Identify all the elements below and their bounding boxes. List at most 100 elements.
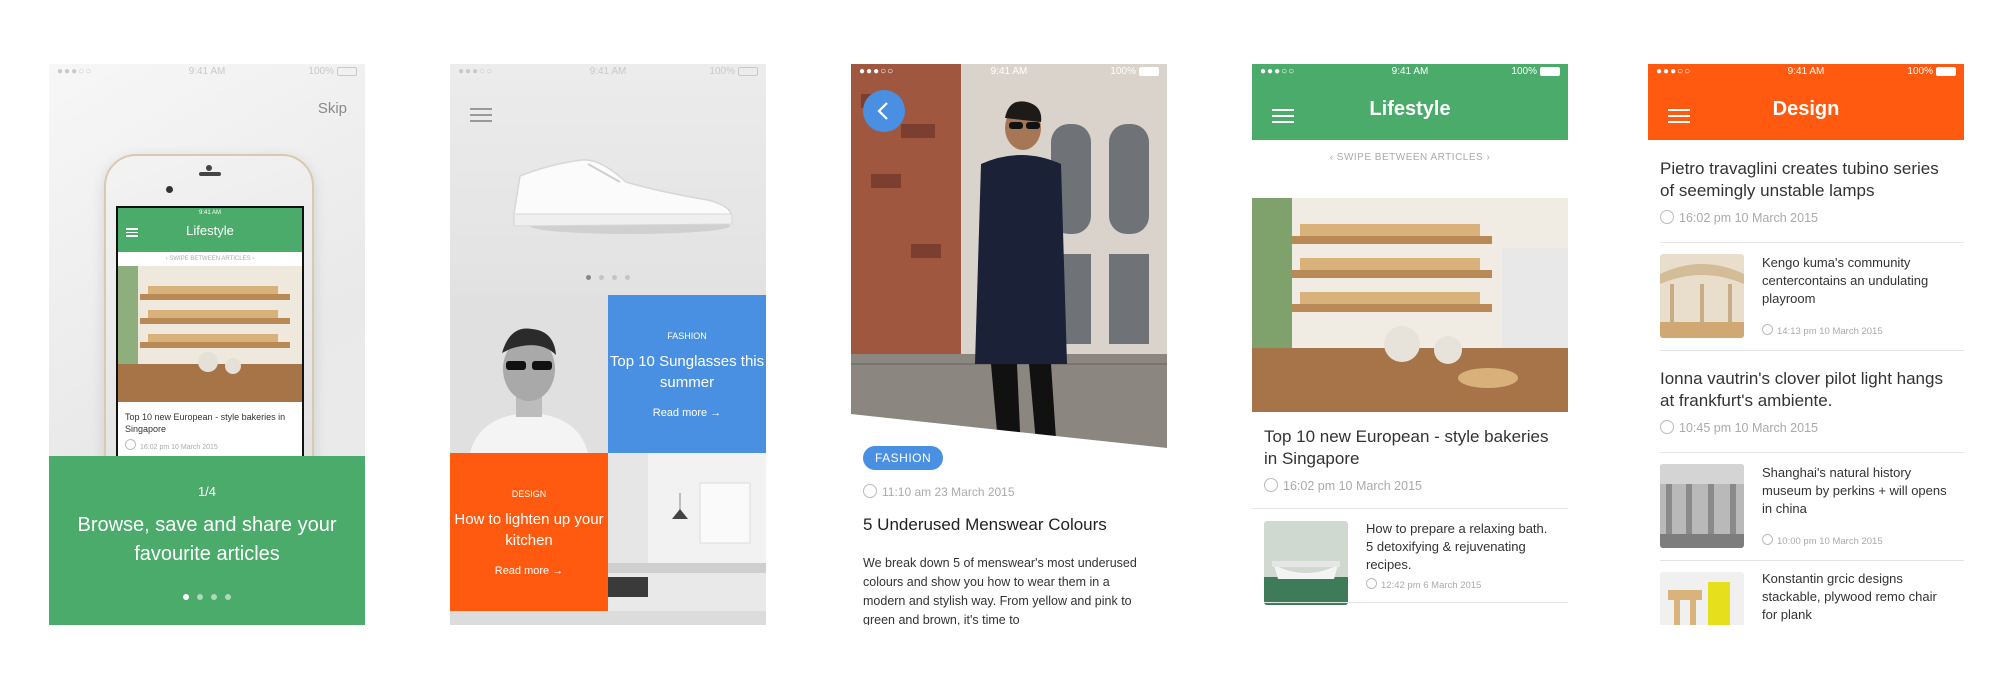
signal-indicator: ●●●○○	[859, 66, 895, 77]
divider	[1660, 350, 1964, 351]
page-dot[interactable]	[599, 275, 604, 280]
divider	[1264, 602, 1568, 603]
tile-category: DESIGN	[511, 489, 547, 499]
phone-app-title: Lifestyle	[186, 223, 234, 238]
list-item-title[interactable]: Shanghai's natural history museum by per…	[1762, 464, 1952, 518]
bakery-image[interactable]	[1252, 178, 1568, 412]
playroom-photo	[1660, 254, 1744, 338]
design-screen: ●●●○○ 9:41 AM 100% Design Pietro travagl…	[1648, 64, 1964, 625]
bath-photo	[1264, 521, 1348, 605]
list-item-date: 14:13 pm 10 March 2015	[1762, 324, 1883, 337]
page-dot[interactable]	[612, 275, 617, 280]
article-title[interactable]: Pietro travaglini creates tubino series …	[1660, 158, 1950, 202]
status-bar: ●●●○○ 9:41 AM 100%	[851, 64, 1167, 80]
chevron-left-icon	[877, 102, 888, 120]
design-tile[interactable]: DESIGN How to lighten up your kitchen Re…	[450, 453, 608, 611]
article-title[interactable]: Top 10 new European - style bakeries in …	[1264, 426, 1554, 470]
tile-category: FASHION	[667, 331, 707, 341]
status-bar: ●●●○○ 9:41 AM 100%	[49, 64, 365, 80]
page-dot[interactable]	[625, 275, 630, 280]
clock-icon	[1762, 324, 1773, 335]
battery-indicator: 100%	[1511, 64, 1560, 80]
carousel-dots[interactable]	[450, 267, 766, 285]
divider	[1660, 242, 1964, 243]
article-date: 16:02 pm 10 March 2015	[1264, 478, 1422, 493]
list-item-title[interactable]: Konstantin grcic designs stackable, plyw…	[1762, 570, 1952, 624]
page-title: Lifestyle	[1369, 98, 1451, 120]
article-headline: 5 Underused Menswear Colours	[863, 515, 1107, 534]
next-row-peek	[450, 611, 766, 625]
read-more-link[interactable]: Read more →	[450, 565, 608, 577]
tile-title: How to lighten up your kitchen	[454, 511, 604, 549]
phone-app-bar: 9:41 AM Lifestyle	[118, 208, 302, 252]
article-time: 11:10 am 23 March 2015	[863, 484, 1015, 499]
category-badge[interactable]: FASHION	[863, 446, 944, 470]
article-title[interactable]: Ionna vautrin's clover pilot light hangs…	[1660, 368, 1950, 412]
status-bar: ●●●○○ 9:41 AM 100%	[450, 64, 766, 80]
article-date: 16:02 pm 10 March 2015	[1660, 210, 1818, 225]
clock-icon	[1660, 420, 1674, 434]
signal-indicator: ●●●○○	[1656, 66, 1692, 77]
portrait-tile-image[interactable]	[450, 295, 608, 453]
list-item-thumbnail[interactable]	[1660, 572, 1744, 625]
fashion-tile[interactable]: FASHION Top 10 Sunglasses this summer Re…	[608, 295, 766, 453]
clock-icon	[1762, 534, 1773, 545]
phone-swipe-hint: ‹ SWIPE BETWEEN ARTICLES ›	[165, 256, 255, 262]
back-button[interactable]	[863, 90, 905, 132]
list-item-title[interactable]: How to prepare a relaxing bath. 5 detoxi…	[1366, 520, 1556, 574]
design-app-bar: ●●●○○ 9:41 AM 100% Design	[1648, 64, 1964, 140]
status-time: 9:41 AM	[990, 66, 1028, 77]
status-bar: ●●●○○ 9:41 AM 100%	[1648, 64, 1964, 80]
clock-icon	[125, 439, 136, 450]
read-more-link[interactable]: Read more →	[608, 407, 766, 419]
clock-icon	[1660, 210, 1674, 224]
phone-article-date: 16:02 pm 10 March 2015	[118, 439, 302, 451]
status-bar: ●●●○○ 9:41 AM 100%	[1252, 64, 1568, 80]
phone-camera-icon	[206, 165, 212, 171]
list-item-title[interactable]: Kengo kuma's community centercontains an…	[1762, 254, 1952, 308]
battery-icon	[1540, 66, 1560, 76]
clock-icon	[1366, 578, 1377, 589]
page-counter: 1/4	[197, 484, 217, 499]
list-item-thumbnail[interactable]	[1264, 521, 1348, 605]
kitchen-tile-image[interactable]	[608, 453, 766, 611]
phone-article-caption: Top 10 new European - style bakeries in …	[125, 412, 286, 434]
kitchen-photo	[608, 453, 766, 611]
battery-indicator: 100%	[709, 64, 758, 80]
clock-icon	[863, 484, 877, 498]
swipe-hint[interactable]: ‹ SWIPE BETWEEN ARTICLES ›	[1252, 152, 1568, 163]
hero-carousel[interactable]: ●●●○○ 9:41 AM 100%	[450, 64, 766, 295]
page-dot[interactable]	[225, 594, 231, 600]
lifestyle-app-bar: ●●●○○ 9:41 AM 100% Lifestyle	[1252, 64, 1568, 140]
status-time: 9:41 AM	[1787, 66, 1825, 77]
article-date: 10:45 pm 10 March 2015	[1660, 420, 1818, 435]
divider	[1660, 452, 1964, 453]
page-dot[interactable]	[197, 594, 203, 600]
menu-icon[interactable]	[470, 104, 492, 126]
signal-indicator: ●●●○○	[57, 66, 93, 77]
article-screen: ●●●○○ 9:41 AM 100% FASHION 11:10 am 23 M…	[851, 64, 1167, 625]
list-item-thumbnail[interactable]	[1660, 464, 1744, 548]
skip-button[interactable]: Skip	[318, 100, 347, 117]
battery-icon	[738, 66, 758, 76]
chair-photo	[1660, 572, 1744, 625]
battery-indicator: 100%	[1110, 64, 1159, 80]
page-title: Design	[1772, 98, 1840, 120]
page-dot[interactable]	[183, 594, 189, 600]
man-sunglasses-photo	[450, 295, 608, 453]
signal-indicator: ●●●○○	[1260, 66, 1296, 77]
signal-indicator: ●●●○○	[458, 66, 494, 77]
battery-icon	[1936, 66, 1956, 76]
status-time: 9:41 AM	[1391, 66, 1429, 77]
tile-title: Top 10 Sunglasses this summer	[609, 353, 765, 391]
battery-indicator: 100%	[1907, 64, 1956, 80]
divider	[1660, 560, 1964, 561]
page-dot[interactable]	[586, 275, 591, 280]
pagination-dots[interactable]	[49, 587, 365, 605]
page-dot[interactable]	[211, 594, 217, 600]
phone-speaker	[199, 172, 221, 176]
onboarding-message: Browse, save and share your favourite ar…	[77, 514, 337, 565]
list-item-thumbnail[interactable]	[1660, 254, 1744, 338]
museum-photo	[1660, 464, 1744, 548]
phone-status-time: 9:41 AM	[198, 210, 221, 216]
